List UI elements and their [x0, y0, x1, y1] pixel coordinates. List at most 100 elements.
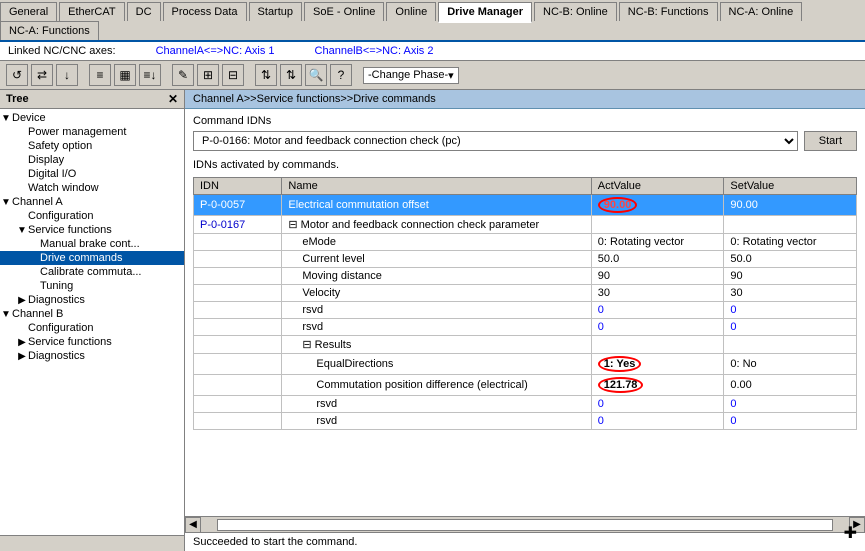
tab-nc-b--functions[interactable]: NC-B: Functions [619, 2, 718, 21]
sidebar-item-service-functions[interactable]: ▼Service functions [0, 223, 184, 237]
table-row[interactable]: rsvd00 [194, 319, 857, 336]
table-row[interactable]: rsvd00 [194, 413, 857, 430]
sidebar-item-channel-b[interactable]: ▼Channel B [0, 307, 184, 321]
table-row[interactable]: Velocity3030 [194, 285, 857, 302]
table-row[interactable]: rsvd00 [194, 396, 857, 413]
data-table: IDN Name ActValue SetValue P-0-0057Elect… [193, 177, 857, 430]
sidebar-item-label: Calibrate commuta... [40, 266, 141, 278]
command-select[interactable]: P-0-0166: Motor and feedback connection … [193, 131, 798, 151]
sidebar-item-manual-brake[interactable]: Manual brake cont... [0, 237, 184, 251]
tree-collapse-icon[interactable]: ⊟ [288, 219, 300, 231]
phase-dropdown[interactable]: -Change Phase- ▾ [363, 67, 459, 84]
edit-btn[interactable]: ✎ [172, 64, 194, 86]
tab-general[interactable]: General [0, 2, 57, 21]
th-setvalue: SetValue [724, 178, 857, 195]
hscroll-left[interactable]: ◀ [185, 517, 201, 533]
sidebar-title: Tree [6, 93, 29, 105]
sidebar-item-tuning[interactable]: Tuning [0, 279, 184, 293]
table-row[interactable]: P-0-0167⊟ Motor and feedback connection … [194, 216, 857, 234]
tab-bar: GeneralEtherCATDCProcess DataStartupSoE … [0, 0, 865, 42]
cell-idn [194, 234, 282, 251]
cell-actvalue: 30 [591, 285, 724, 302]
sidebar-item-safety-option[interactable]: Safety option [0, 139, 184, 153]
table-row[interactable]: Current level50.050.0 [194, 251, 857, 268]
sidebar-item-power-management[interactable]: Power management [0, 125, 184, 139]
rows-btn[interactable]: ⊟ [222, 64, 244, 86]
cell-setvalue: 0: Rotating vector [724, 234, 857, 251]
tab-nc-a--functions[interactable]: NC-A: Functions [0, 21, 99, 40]
sidebar-item-configuration[interactable]: Configuration [0, 209, 184, 223]
table-row[interactable]: eMode0: Rotating vector0: Rotating vecto… [194, 234, 857, 251]
tree-expander[interactable]: ▼ [0, 197, 12, 208]
sidebar-item-diagnostics[interactable]: ▶Diagnostics [0, 293, 184, 307]
sidebar-item-drive-commands[interactable]: Drive commands [0, 251, 184, 265]
tab-drive-manager[interactable]: Drive Manager [438, 2, 532, 23]
cell-actvalue: 0 [591, 319, 724, 336]
tree-expander[interactable]: ▶ [16, 337, 28, 348]
tree-collapse-icon[interactable]: ⊟ [302, 339, 314, 351]
table-row[interactable]: EqualDirections1: Yes0: No [194, 354, 857, 375]
cell-name: rsvd [282, 413, 591, 430]
sort-az-btn[interactable]: ⇅ [255, 64, 277, 86]
tab-ethercat[interactable]: EtherCAT [59, 2, 124, 21]
sidebar-header: Tree ✕ [0, 90, 184, 109]
help-btn[interactable]: ? [330, 64, 352, 86]
sidebar-item-configuration-b[interactable]: Configuration [0, 321, 184, 335]
sort-za-btn[interactable]: ⇅ [280, 64, 302, 86]
table-row[interactable]: rsvd00 [194, 302, 857, 319]
sidebar-scrollbar[interactable] [0, 535, 184, 551]
cell-setvalue: 90 [724, 268, 857, 285]
sidebar-item-calibrate-commuta[interactable]: Calibrate commuta... [0, 265, 184, 279]
download-btn[interactable]: ↓ [56, 64, 78, 86]
list-btn[interactable]: ≡ [89, 64, 111, 86]
table-row[interactable]: ⊟ Results [194, 336, 857, 354]
sync-btn[interactable]: ⇄ [31, 64, 53, 86]
act-value-highlight: 121.78 [598, 377, 644, 393]
channel-b-link[interactable]: ChannelB<=>NC: Axis 2 [315, 45, 434, 57]
status-bar: Succeeded to start the command. [185, 532, 865, 551]
sidebar-item-label: Manual brake cont... [40, 238, 140, 250]
refresh-btn[interactable]: ↺ [6, 64, 28, 86]
cell-idn: P-0-0167 [194, 216, 282, 234]
sidebar-item-device[interactable]: ▼Device [0, 111, 184, 125]
tree-expander[interactable]: ▼ [16, 225, 28, 236]
cols-btn[interactable]: ⊞ [197, 64, 219, 86]
tab-startup[interactable]: Startup [249, 2, 302, 21]
sidebar-close-btn[interactable]: ✕ [168, 92, 178, 106]
search-btn[interactable]: 🔍 [305, 64, 327, 86]
sidebar-item-diagnostics-b[interactable]: ▶Diagnostics [0, 349, 184, 363]
sidebar: Tree ✕ ▼DevicePower managementSafety opt… [0, 90, 185, 551]
tab-soe---online[interactable]: SoE - Online [304, 2, 384, 21]
sidebar-item-channel-a[interactable]: ▼Channel A [0, 195, 184, 209]
channel-a-link[interactable]: ChannelA<=>NC: Axis 1 [156, 45, 275, 57]
tab-dc[interactable]: DC [127, 2, 161, 21]
status-message: Succeeded to start the command. [193, 536, 857, 548]
cell-actvalue: 0 [591, 413, 724, 430]
cell-actvalue: 90.00 [591, 195, 724, 216]
tree-expander[interactable]: ▼ [0, 113, 12, 124]
tab-online[interactable]: Online [386, 2, 436, 21]
tab-nc-b--online[interactable]: NC-B: Online [534, 2, 617, 21]
filter-btn[interactable]: ≡↓ [139, 64, 161, 86]
hscroll-track[interactable] [217, 519, 833, 531]
tree-expander[interactable]: ▶ [16, 295, 28, 306]
tree-expander[interactable]: ▶ [16, 351, 28, 362]
section-label: Command IDNs [193, 115, 857, 127]
horizontal-scrollbar[interactable]: ◀ ▶ [185, 516, 865, 532]
sidebar-item-digital-io[interactable]: Digital I/O [0, 167, 184, 181]
sidebar-item-label: Safety option [28, 140, 92, 152]
sidebar-item-display[interactable]: Display [0, 153, 184, 167]
sidebar-item-service-functions-b[interactable]: ▶Service functions [0, 335, 184, 349]
tab-nc-a--online[interactable]: NC-A: Online [720, 2, 803, 21]
sidebar-item-label: Service functions [28, 336, 112, 348]
tab-process-data[interactable]: Process Data [163, 2, 247, 21]
table-row[interactable]: Commutation position difference (electri… [194, 375, 857, 396]
table-row[interactable]: Moving distance9090 [194, 268, 857, 285]
tree-expander[interactable]: ▼ [0, 309, 12, 320]
sidebar-item-watch-window[interactable]: Watch window [0, 181, 184, 195]
cell-idn [194, 375, 282, 396]
table-btn[interactable]: ▦ [114, 64, 136, 86]
table-row[interactable]: P-0-0057Electrical commutation offset90.… [194, 195, 857, 216]
th-name: Name [282, 178, 591, 195]
start-button[interactable]: Start [804, 131, 857, 151]
